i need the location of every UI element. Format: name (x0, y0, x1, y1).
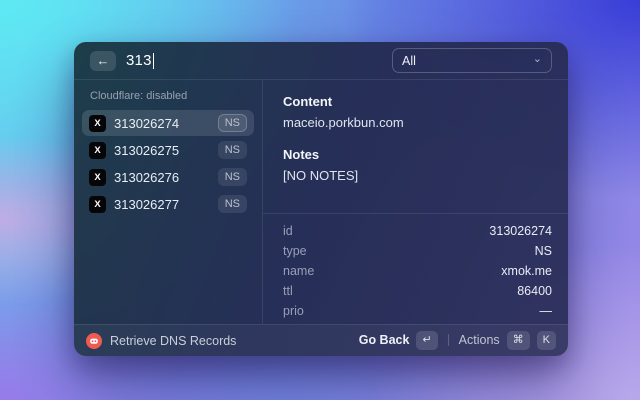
record-type-badge: NS (218, 141, 247, 158)
domain-favicon-icon: X (89, 169, 106, 186)
detail-section-notes: Notes [NO NOTES] (283, 147, 552, 183)
footer-separator (448, 334, 449, 346)
metadata-value: 313026274 (489, 224, 552, 238)
search-bar: ← 313 All ⌄ (74, 42, 568, 80)
command-name: Retrieve DNS Records (110, 334, 236, 348)
detail-heading: Notes (283, 147, 552, 162)
metadata-row-ttl: ttl 86400 (283, 281, 552, 301)
desktop: { "colors": { "brand_red": "#ef5a52", "f… (0, 0, 640, 400)
metadata-row-id: id 313026274 (283, 221, 552, 241)
metadata-row-prio: prio — (283, 301, 552, 321)
metadata-value: — (540, 304, 553, 318)
list-item-313026277[interactable]: X 313026277 NS (82, 191, 254, 217)
list-item-313026274[interactable]: X 313026274 NS (82, 110, 254, 136)
text-caret (153, 53, 155, 69)
filter-dropdown[interactable]: All ⌄ (392, 48, 552, 73)
cmd-key-icon: ⌘ (507, 331, 530, 349)
actions-menu-button[interactable]: Actions (459, 333, 500, 347)
record-id: 313026274 (114, 116, 179, 131)
detail-value: maceio.porkbun.com (283, 115, 552, 130)
metadata-label: name (283, 264, 314, 278)
domain-favicon-icon: X (89, 196, 106, 213)
back-button[interactable]: ← (90, 51, 116, 71)
list-item-313026275[interactable]: X 313026275 NS (82, 137, 254, 163)
metadata-label: prio (283, 304, 304, 318)
filter-dropdown-value: All (402, 54, 416, 68)
primary-action-button[interactable]: Go Back (359, 333, 410, 347)
search-input-value: 313 (126, 52, 152, 69)
domain-favicon-icon: X (89, 142, 106, 159)
metadata-row-type: type NS (283, 241, 552, 261)
record-id: 313026277 (114, 197, 179, 212)
detail-heading: Content (283, 94, 552, 109)
list-section-header: Cloudflare: disabled (74, 88, 262, 109)
record-list: Cloudflare: disabled X 313026274 NS X 31… (74, 80, 263, 324)
metadata-table: id 313026274 type NS name xmok.me ttl 86… (263, 214, 568, 321)
metadata-label: id (283, 224, 293, 238)
record-id: 313026275 (114, 143, 179, 158)
porkbun-app-icon (86, 333, 102, 349)
k-key-icon: K (537, 331, 556, 349)
list-item-313026276[interactable]: X 313026276 NS (82, 164, 254, 190)
metadata-label: ttl (283, 284, 293, 298)
metadata-value: xmok.me (501, 264, 552, 278)
enter-key-icon: ↵ (416, 331, 437, 349)
record-type-badge: NS (218, 168, 247, 185)
metadata-label: type (283, 244, 307, 258)
metadata-row-name: name xmok.me (283, 261, 552, 281)
main-content: Cloudflare: disabled X 313026274 NS X 31… (74, 80, 568, 324)
back-arrow-icon: ← (97, 53, 110, 68)
raycast-window: ← 313 All ⌄ Cloudflare: disabled X 31302… (74, 42, 568, 356)
record-detail: Content maceio.porkbun.com Notes [NO NOT… (263, 80, 568, 324)
chevron-down-icon: ⌄ (533, 55, 542, 63)
record-id: 313026276 (114, 170, 179, 185)
action-bar: Retrieve DNS Records Go Back ↵ Actions ⌘… (74, 324, 568, 356)
metadata-value: 86400 (517, 284, 552, 298)
domain-favicon-icon: X (89, 115, 106, 132)
detail-value: [NO NOTES] (283, 168, 552, 183)
record-type-badge: NS (218, 114, 247, 131)
metadata-value: NS (535, 244, 552, 258)
record-type-badge: NS (218, 195, 247, 212)
search-input[interactable]: 313 (126, 52, 154, 69)
detail-section-content: Content maceio.porkbun.com (283, 94, 552, 130)
